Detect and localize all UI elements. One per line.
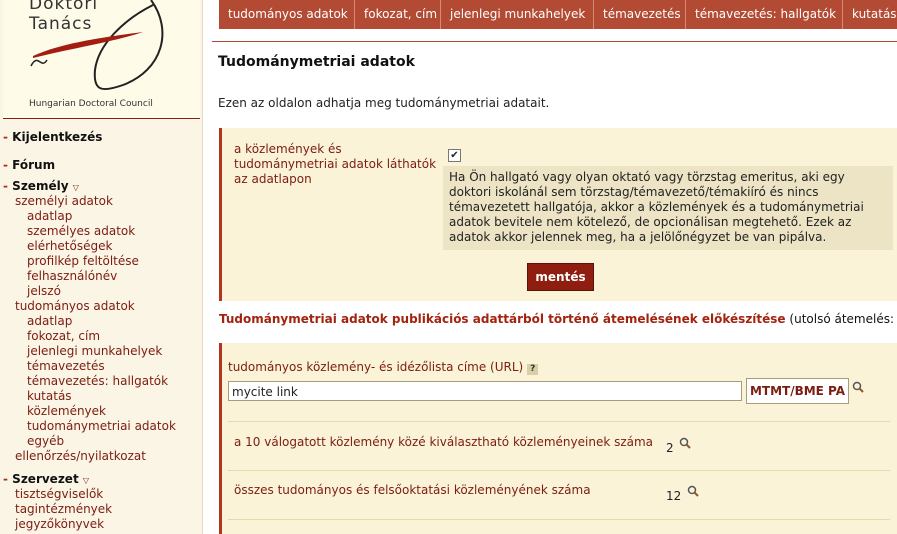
nav-felhasznalonev[interactable]: felhasználónév [27,269,117,284]
nav-egyeb[interactable]: egyéb [27,434,64,449]
nav-forum[interactable]: - Fórum [3,158,55,173]
chevron-down-icon: ▽ [82,476,90,485]
help-icon[interactable]: ? [527,364,539,375]
logo[interactable]: Doktori Tanács Hungarian Doctoral Counci… [3,0,200,119]
url-input[interactable]: mycite link [228,381,742,401]
page-title: Tudománymetriai adatok [218,54,415,70]
visibility-label-line-3: az adatlapon [234,172,312,186]
tab-temavezetes[interactable]: témavezetés [594,0,686,29]
logo-caption: Hungarian Doctoral Council [29,99,153,109]
nav-adatlap-2[interactable]: adatlap [27,314,72,329]
visibility-checkbox[interactable]: ✔ [448,149,461,162]
tab-jelenlegi-munkahelyek[interactable]: jelenlegi munkahelyek [441,0,594,29]
tab-tudomanyos-adatok[interactable]: tudományos adatok [219,0,355,29]
nav-kijelentkezes-label: Kijelentkezés [12,130,103,144]
chevron-down-icon: ▽ [72,183,79,192]
info-line-4: adatok bevitele nem kötelező, de opcioná… [449,215,852,229]
info-line-3: témavezetett hallgatója, akkor a közlemé… [449,200,864,214]
nav-elerhetosegek[interactable]: elérhetőségek [27,239,112,254]
info-line-1: Ha Ön hallgató vagy olyan oktató vagy tö… [449,170,845,184]
info-note: Ha Ön hallgató vagy olyan oktató vagy tö… [443,166,893,250]
nav-jelszo[interactable]: jelszó [27,284,61,299]
visibility-label-line-1: a közlemények és [234,142,342,156]
nav-szemely[interactable]: - Személy ▽ [3,179,79,195]
row-divider [228,519,890,520]
section-heading-note: (utolsó átemelés: 2 [789,312,897,326]
row-divider [228,421,890,422]
top-divider [212,41,897,42]
nav-szervezet[interactable]: - Szervezet ▽ [3,472,89,488]
row2-label: összes tudományos és felsőoktatási közle… [234,483,591,497]
main-content: Tudománymetriai adatok Ezen az oldalon a… [202,29,897,534]
logo-line-1: Doktori [29,0,99,14]
top-tab-bar: tudományos adatok fokozat, cím jelenlegi… [219,0,897,29]
nav-profilkep[interactable]: profilkép feltöltése [27,254,139,269]
logo-line-2: Tanács [29,14,93,34]
visibility-settings-box: a közlemények és tudománymetriai adatok … [219,128,897,301]
search-icon[interactable] [687,485,699,497]
visibility-label-line-2: tudománymetriai adatok láthatók [234,157,437,171]
nav-szemelyes-adatok[interactable]: személyes adatok [27,224,135,239]
nav-jelenlegi[interactable]: jelenlegi munkahelyek [27,344,162,359]
nav-tudomanyos-adatok[interactable]: tudományos adatok [15,299,135,314]
sidebar: Doktori Tanács Hungarian Doctoral Counci… [0,0,203,534]
visibility-label: a közlemények és tudománymetriai adatok … [234,142,436,187]
url-label-text: tudományos közlemény- és idézőlista címe… [228,360,524,374]
nav-forum-label: Fórum [12,158,56,172]
nav-temavezetes-hallgatok[interactable]: témavezetés: hallgatók [27,374,168,389]
mtmt-button[interactable]: MTMT/BME PA [746,378,849,404]
nav-adatlap[interactable]: adatlap [27,209,72,224]
nav-temavezetes[interactable]: témavezetés [27,359,105,374]
import-settings-box: tudományos közlemény- és idézőlista címe… [219,343,897,534]
info-line-5: adatok akkor jelennek meg, ha a jelölőné… [449,230,827,244]
nav-jegyzokonyvek[interactable]: jegyzőkönyvek [15,517,104,532]
nav-fokozat[interactable]: fokozat, cím [27,329,100,344]
row-divider [228,470,890,471]
tab-temavezetes-hallgatok[interactable]: témavezetés: hallgatók [686,0,843,29]
row1-label: a 10 válogatott közlemény közé kiválaszt… [234,435,654,449]
nav-tudomanymetriai[interactable]: tudománymetriai adatok [27,419,176,434]
row1-value: 2 [666,441,674,455]
search-icon[interactable] [852,381,864,393]
url-label: tudományos közlemény- és idézőlista címe… [228,360,539,375]
tab-kutatas[interactable]: kutatás [843,0,897,29]
tab-fokozat[interactable]: fokozat, cím [355,0,441,29]
save-button[interactable]: mentés [527,263,594,291]
section-heading-title: Tudománymetriai adatok publikációs adatt… [219,312,786,326]
nav-kutatas[interactable]: kutatás [27,389,72,404]
nav-tagintezmenyek[interactable]: tagintézmények [15,502,112,517]
search-icon[interactable] [679,437,691,449]
nav-szemelyi-adatok[interactable]: személyi adatok [15,194,113,209]
nav-szemely-label: Személy [12,179,69,193]
nav-kijelentkezes[interactable]: - Kijelentkezés [3,130,102,145]
nav-kozlemenyek[interactable]: közlemények [27,404,106,419]
info-line-2: doktori iskolánál sem törzstag/témavezet… [449,185,819,199]
page-intro: Ezen az oldalon adhatja meg tudománymetr… [218,96,550,110]
nav-szervezet-label: Szervezet [12,472,79,486]
nav-tisztsegviselok[interactable]: tisztségviselők [15,487,103,502]
row2-value: 12 [666,489,682,503]
nav-ellenorzes[interactable]: ellenőrzés/nyilatkozat [15,449,146,464]
section-heading: Tudománymetriai adatok publikációs adatt… [219,312,897,326]
